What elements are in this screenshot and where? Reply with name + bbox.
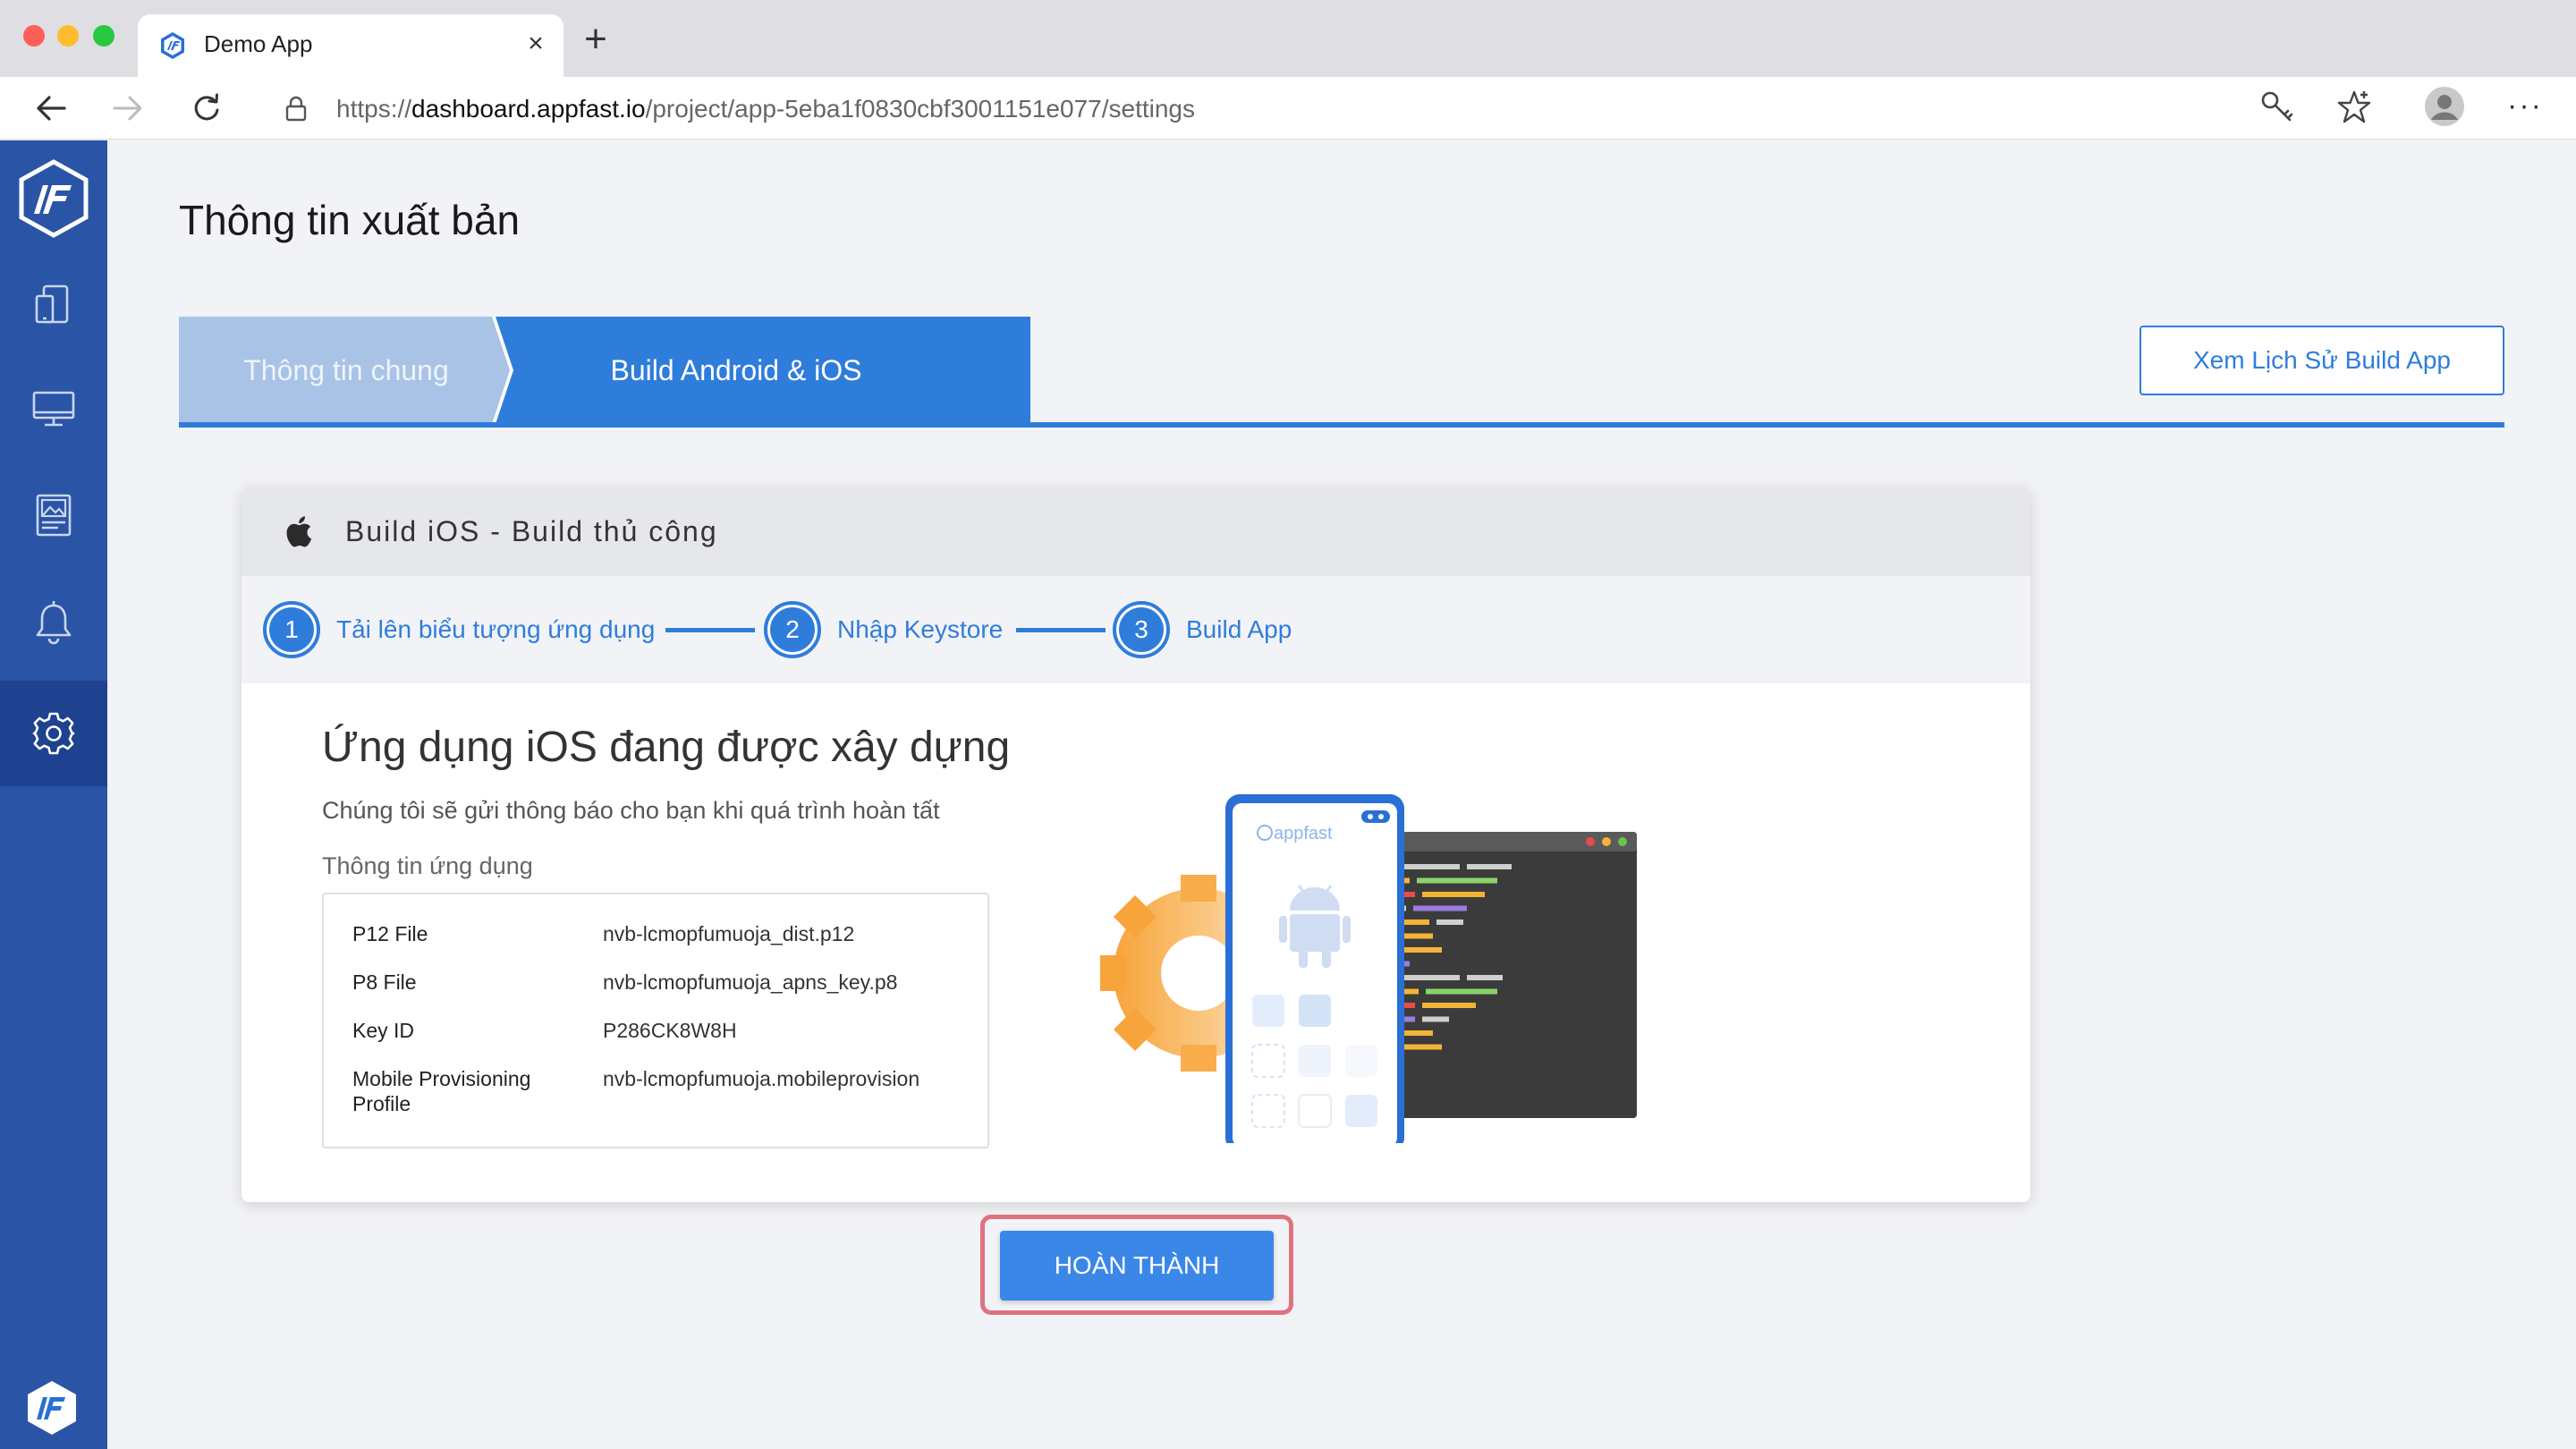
code-line xyxy=(1422,1003,1476,1008)
more-options-icon[interactable]: ··· xyxy=(2504,88,2546,129)
code-line xyxy=(1422,892,1485,897)
browser-toolbar: https://dashboard.appfast.io/project/app… xyxy=(0,77,2576,140)
build-ios-card: Build iOS - Build thủ công 1 Tải lên biể… xyxy=(242,487,2030,1202)
app-info-table: P12 File nvb-lcmopfumuoja_dist.p12 P8 Fi… xyxy=(322,893,989,1148)
info-value: P286CK8W8H xyxy=(603,1019,737,1042)
info-key: Key ID xyxy=(352,1019,415,1042)
apple-icon xyxy=(286,516,312,547)
browser-tab-demo-app[interactable]: Demo App × xyxy=(138,14,564,77)
step-build-app[interactable]: 3 Build App xyxy=(1113,599,1292,660)
app-info-label: Thông tin ứng dụng xyxy=(322,852,533,879)
favorite-star-icon[interactable] xyxy=(2334,88,2374,127)
step-connector xyxy=(665,628,755,632)
devices-icon xyxy=(35,284,69,324)
code-line xyxy=(1413,905,1467,911)
browser-tab-bar: Demo App × + xyxy=(0,0,2576,77)
gear-icon xyxy=(32,712,75,755)
bell-icon xyxy=(36,601,72,645)
step-upload-icon[interactable]: 1 Tải lên biểu tượng ứng dụng xyxy=(263,599,655,660)
sidebar-item-media[interactable] xyxy=(0,462,107,568)
step-label: Nhập Keystore xyxy=(837,615,1004,643)
address-bar[interactable]: https://dashboard.appfast.io/project/app… xyxy=(258,84,2386,132)
sidebar-item-settings[interactable] xyxy=(0,681,107,786)
appfast-small-logo-icon[interactable] xyxy=(23,1379,80,1436)
url-path: /project/app-5eba1f0830cbf3001151e077/se… xyxy=(645,95,1195,123)
build-status-title: Ứng dụng iOS đang được xây dựng xyxy=(322,724,1011,771)
build-stepper: 1 Tải lên biểu tượng ứng dụng 2 Nhập Key… xyxy=(242,576,2030,683)
step-circle: 2 xyxy=(764,601,821,658)
illustration-brand-text: appfast xyxy=(1274,824,1333,843)
card-title: Build iOS - Build thủ công xyxy=(345,515,718,547)
step-keystore[interactable]: 2 Nhập Keystore xyxy=(764,599,1003,660)
close-tab-icon[interactable]: × xyxy=(521,29,551,59)
code-line xyxy=(1467,975,1503,980)
code-line xyxy=(1397,975,1460,980)
page-title: Thông tin xuất bản xyxy=(179,197,521,243)
step-connector xyxy=(1016,628,1106,632)
code-line xyxy=(1397,864,1460,869)
info-key: P8 File xyxy=(352,970,417,994)
step-circle: 3 xyxy=(1113,601,1170,658)
step-label: Build App xyxy=(1186,615,1292,643)
profile-avatar-icon[interactable] xyxy=(2424,86,2465,127)
step-number: 1 xyxy=(269,607,314,652)
monitor-icon xyxy=(32,391,75,427)
lock-icon xyxy=(285,96,307,122)
code-line xyxy=(1467,864,1512,869)
new-tab-icon[interactable]: + xyxy=(580,20,612,59)
maximize-window-button[interactable] xyxy=(93,25,114,47)
key-icon[interactable] xyxy=(2258,88,2297,127)
tab-arrow-divider xyxy=(492,317,513,424)
info-value: nvb-lcmopfumuoja.mobileprovision xyxy=(603,1067,920,1090)
step-label: Tải lên biểu tượng ứng dụng xyxy=(336,615,656,643)
minimize-window-button[interactable] xyxy=(57,25,79,47)
appfast-favicon-icon xyxy=(161,32,184,59)
url-text[interactable]: https://dashboard.appfast.io/project/app… xyxy=(336,95,1195,123)
reload-icon[interactable] xyxy=(186,88,227,129)
build-illustration: appfast xyxy=(1100,794,1637,1143)
code-line xyxy=(1426,988,1497,995)
card-header: Build iOS - Build thủ công xyxy=(242,487,2030,576)
tab-title: Demo App xyxy=(204,30,313,57)
step-number: 2 xyxy=(770,607,815,652)
info-key: P12 File xyxy=(352,922,428,945)
close-window-button[interactable] xyxy=(23,25,45,47)
info-value: nvb-lcmopfumuoja_dist.p12 xyxy=(603,922,855,945)
phone-illustration: appfast xyxy=(1225,794,1404,1143)
back-arrow-icon[interactable] xyxy=(30,88,72,129)
sidebar-item-desktop[interactable] xyxy=(0,355,107,461)
done-button[interactable]: HOÀN THÀNH xyxy=(1000,1231,1274,1301)
tab-build-android-ios[interactable]: Build Android & iOS xyxy=(496,317,1030,424)
tab-general-info[interactable]: Thông tin chung xyxy=(179,317,496,424)
app-sidebar xyxy=(0,140,107,1449)
url-host: dashboard.appfast.io xyxy=(411,95,646,123)
build-history-button[interactable]: Xem Lịch Sử Build App xyxy=(2140,326,2504,395)
code-line xyxy=(1422,1016,1449,1022)
appfast-logo-icon[interactable] xyxy=(16,158,91,239)
code-line xyxy=(1436,919,1463,925)
forward-arrow-icon[interactable] xyxy=(107,88,148,129)
step-circle: 1 xyxy=(263,601,320,658)
sidebar-item-devices[interactable] xyxy=(0,251,107,357)
sidebar-item-notifications[interactable] xyxy=(0,570,107,675)
tabs-underline xyxy=(179,422,2504,428)
url-scheme: https:// xyxy=(336,95,412,123)
code-line xyxy=(1417,877,1497,884)
build-status-subtitle: Chúng tôi sẽ gửi thông báo cho bạn khi q… xyxy=(322,797,940,824)
publish-tabs: Thông tin chung Build Android & iOS Xem … xyxy=(179,317,2504,429)
image-icon xyxy=(36,494,72,537)
info-key: Mobile Provisioning Profile xyxy=(352,1067,531,1115)
info-value: nvb-lcmopfumuoja_apns_key.p8 xyxy=(603,970,898,994)
step-number: 3 xyxy=(1119,607,1164,652)
